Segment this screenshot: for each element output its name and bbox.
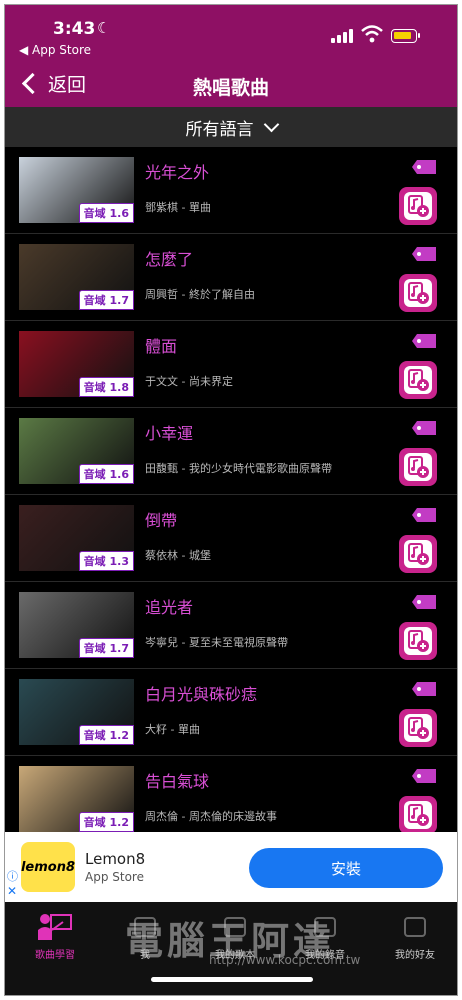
chevron-down-icon: [263, 116, 279, 132]
battery-icon: [391, 29, 420, 43]
range-badge: 音域 1.7: [78, 638, 134, 658]
song-thumbnail[interactable]: 音域 1.8: [19, 331, 134, 397]
song-title[interactable]: 倒帶: [145, 507, 177, 531]
home-indicator: [151, 977, 313, 982]
song-artist: 于文文 - 尚未界定: [145, 375, 233, 388]
add-song-button[interactable]: [399, 535, 437, 573]
song-artist: 蔡依林 - 城堡: [145, 549, 211, 562]
tab-label: 歌曲學習: [35, 950, 75, 961]
range-badge: 音域 1.2: [78, 812, 134, 832]
wifi-icon: [361, 25, 383, 43]
page-title: 熱唱歌曲: [192, 77, 269, 99]
add-song-button[interactable]: [399, 361, 437, 399]
song-row[interactable]: 音域 1.2 白月光與硃砂痣 大籽 - 單曲: [5, 669, 457, 756]
ad-info-icon[interactable]: ⓘ: [7, 868, 18, 884]
add-song-button[interactable]: [399, 187, 437, 225]
song-thumbnail[interactable]: 音域 1.7: [19, 244, 134, 310]
add-song-button[interactable]: [399, 274, 437, 312]
language-filter-label: 所有語言: [185, 119, 254, 140]
song-title[interactable]: 告白氣球: [145, 768, 209, 792]
song-title[interactable]: 光年之外: [145, 159, 209, 183]
add-song-button[interactable]: [399, 709, 437, 747]
tag-icon: [412, 682, 436, 696]
range-badge: 音域 1.3: [78, 551, 134, 571]
ad-install-button[interactable]: 安裝: [249, 848, 443, 888]
tag-icon: [412, 421, 436, 435]
song-title[interactable]: 怎麼了: [145, 246, 193, 270]
song-artist: 大籽 - 單曲: [145, 723, 200, 736]
song-title[interactable]: 白月光與硃砂痣: [145, 681, 257, 705]
tab-1[interactable]: 歌曲學習: [15, 912, 95, 961]
song-row[interactable]: 音域 1.2 告白氣球 周杰倫 - 周杰倫的床邊故事: [5, 756, 457, 832]
song-list: 音域 1.6 光年之外 鄧紫棋 - 單曲 音域 1.7 怎麼了 周興哲 - 終於…: [5, 147, 457, 832]
watermark: 電腦王阿達: [125, 919, 336, 963]
range-badge: 音域 1.2: [78, 725, 134, 745]
range-badge: 音域 1.6: [78, 203, 134, 223]
tag-icon: [412, 769, 436, 783]
status-time: 3:43: [53, 19, 96, 39]
watermark-url: http://www.kocpc.com.tw: [209, 953, 361, 967]
learn-icon: [35, 912, 75, 942]
song-add-icon: [408, 543, 429, 565]
tag-icon: [412, 247, 436, 261]
add-song-button[interactable]: [399, 796, 437, 832]
language-filter[interactable]: 所有語言: [5, 107, 457, 147]
song-add-icon: [408, 804, 429, 826]
moon-icon: ☾: [97, 19, 111, 37]
song-thumbnail[interactable]: 音域 1.3: [19, 505, 134, 571]
song-thumbnail[interactable]: 音域 1.2: [19, 766, 134, 832]
song-add-icon: [408, 630, 429, 652]
tag-icon: [412, 595, 436, 609]
song-add-icon: [408, 717, 429, 739]
song-add-icon: [408, 456, 429, 478]
tag-icon: [412, 160, 436, 174]
tag-icon: [412, 508, 436, 522]
song-row[interactable]: 音域 1.8 體面 于文文 - 尚未界定: [5, 321, 457, 408]
ad-close-icon[interactable]: ✕: [7, 884, 17, 898]
ad-app-name: Lemon8: [85, 850, 146, 868]
header: 3:43 ☾ ◀ App Store 返回 熱唱歌曲: [5, 5, 457, 107]
song-row[interactable]: 音域 1.3 倒帶 蔡依林 - 城堡: [5, 495, 457, 582]
song-add-icon: [408, 369, 429, 391]
signal-icon: [331, 29, 355, 43]
song-thumbnail[interactable]: 音域 1.6: [19, 418, 134, 484]
song-row[interactable]: 音域 1.6 光年之外 鄧紫棋 - 單曲: [5, 147, 457, 234]
song-artist: 田馥甄 - 我的少女時代電影歌曲原聲帶: [145, 462, 332, 475]
song-artist: 周杰倫 - 周杰倫的床邊故事: [145, 810, 277, 823]
song-add-icon: [408, 195, 429, 217]
phone-screen: 3:43 ☾ ◀ App Store 返回 熱唱歌曲 所有語言 音域 1.6 光…: [4, 4, 458, 996]
range-badge: 音域 1.8: [78, 377, 134, 397]
song-row[interactable]: 音域 1.6 小幸運 田馥甄 - 我的少女時代電影歌曲原聲帶: [5, 408, 457, 495]
song-row[interactable]: 音域 1.7 追光者 岑寧兒 - 夏至未至電視原聲帶: [5, 582, 457, 669]
range-badge: 音域 1.7: [78, 290, 134, 310]
ad-app-source: App Store: [85, 870, 144, 884]
app-store-back-link[interactable]: ◀ App Store: [19, 43, 91, 57]
ad-app-logo: lemon8: [21, 842, 75, 892]
add-song-button[interactable]: [399, 622, 437, 660]
ad-banner[interactable]: ⓘ ✕ lemon8 Lemon8 App Store 安裝: [5, 832, 457, 902]
song-row[interactable]: 音域 1.7 怎麼了 周興哲 - 終於了解自由: [5, 234, 457, 321]
song-artist: 鄧紫棋 - 單曲: [145, 201, 211, 214]
song-artist: 周興哲 - 終於了解自由: [145, 288, 255, 301]
song-title[interactable]: 小幸運: [145, 420, 193, 444]
song-add-icon: [408, 282, 429, 304]
tag-icon: [412, 334, 436, 348]
song-artist: 岑寧兒 - 夏至未至電視原聲帶: [145, 636, 288, 649]
song-thumbnail[interactable]: 音域 1.2: [19, 679, 134, 745]
range-badge: 音域 1.6: [78, 464, 134, 484]
song-thumbnail[interactable]: 音域 1.6: [19, 157, 134, 223]
add-song-button[interactable]: [399, 448, 437, 486]
song-title[interactable]: 體面: [145, 333, 177, 357]
song-thumbnail[interactable]: 音域 1.7: [19, 592, 134, 658]
song-title[interactable]: 追光者: [145, 594, 193, 618]
